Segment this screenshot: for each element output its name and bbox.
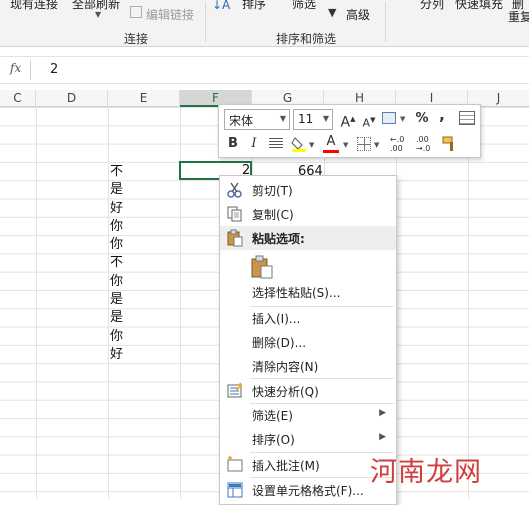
menu-item-filter[interactable]: 筛选(E) ▶	[220, 403, 396, 427]
shrink-font-button[interactable]: A▼	[360, 111, 378, 133]
cell-e-char: 是	[110, 310, 124, 326]
formula-bar: fx 2	[0, 56, 529, 84]
cell-e-char: 好	[110, 200, 124, 216]
format-painter-table-icon[interactable]	[459, 111, 475, 125]
ribbon-divider	[385, 2, 386, 42]
ribbon: 现有连接 全部刷新 ▼ 编辑链接 连接 ↓A 排序 筛选 ▼ 高级 排序和筛选 …	[0, 0, 529, 47]
menu-item-label: 选择性粘贴(S)...	[252, 286, 341, 300]
chevron-down-icon[interactable]: ▼	[309, 141, 314, 149]
menu-item-label: 快速分析(Q)	[252, 385, 319, 399]
align-center-icon[interactable]	[269, 138, 283, 150]
chevron-right-icon: ▶	[379, 432, 386, 442]
scissors-icon	[226, 181, 244, 199]
menu-item-label: 筛选(E)	[252, 409, 293, 423]
group-label-sort-filter: 排序和筛选	[276, 32, 337, 46]
paste-icon	[226, 229, 244, 247]
clipboard-paste-icon[interactable]	[250, 255, 274, 279]
font-color-button[interactable]: A	[323, 133, 339, 151]
chevron-down-icon[interactable]: ▼	[323, 114, 329, 123]
existing-connections-button[interactable]: 现有连接	[10, 0, 58, 12]
chevron-down-icon[interactable]: ▼	[95, 10, 101, 19]
font-size-value: 11	[298, 112, 314, 126]
ribbon-divider	[205, 2, 206, 42]
cell-e-char: 你	[110, 273, 124, 289]
menu-item-label: 复制(C)	[252, 208, 294, 222]
font-name-select[interactable]: 宋体 ▼	[224, 109, 290, 130]
cell-e-char: 好	[110, 346, 124, 362]
menu-item-quick-analysis[interactable]: 快速分析(Q)	[220, 379, 396, 403]
advanced-button[interactable]: 高级	[346, 6, 370, 23]
menu-item-insert[interactable]: 插入(I)...	[220, 306, 396, 330]
menu-item-label: 剪切(T)	[252, 184, 293, 198]
paste-option-button[interactable]	[220, 252, 396, 279]
decrease-decimal-button[interactable]: .00 →.0	[416, 135, 430, 153]
font-color-bar	[323, 150, 339, 153]
filter-button[interactable]: 筛选	[292, 0, 316, 12]
cell-e-char: 不	[110, 255, 124, 271]
cell-e-char: 不	[110, 164, 124, 179]
menu-item-label: 删除(D)...	[252, 336, 307, 350]
format-painter-icon[interactable]	[441, 135, 459, 153]
chevron-right-icon: ▶	[379, 408, 386, 418]
column-e-text: 不 是 好 你 你 不 你 是 是 你 好	[110, 163, 128, 364]
menu-item-label: 插入批注(M)	[252, 459, 320, 473]
sort-button[interactable]: 排序	[242, 0, 266, 12]
font-color-label: A	[326, 134, 336, 149]
cell-e-char: 你	[110, 218, 124, 234]
watermark: 河南龙网	[370, 457, 482, 488]
grow-font-label: A	[340, 114, 351, 131]
font-name-value: 宋体	[229, 114, 254, 128]
column-header-c[interactable]: C	[0, 90, 36, 107]
menu-section-label: 粘贴选项:	[252, 232, 305, 246]
percent-button[interactable]: %	[415, 110, 429, 128]
mini-toolbar: 宋体 ▼ 11 ▼ A▲ A▼ ▼ % , B I ▼ A ▼ ▼ ←.0 .0…	[218, 104, 481, 158]
menu-item-clear-contents[interactable]: 清除内容(N)	[220, 354, 396, 378]
accounting-format-icon[interactable]	[382, 112, 396, 124]
cell-e-char: 你	[110, 328, 124, 344]
quick-analysis-icon	[226, 382, 244, 400]
group-label-connections: 连接	[124, 32, 149, 46]
italic-button[interactable]: I	[247, 135, 261, 153]
menu-section-paste-options: 粘贴选项:	[220, 226, 396, 250]
cell-e-char: 是	[110, 182, 124, 198]
menu-item-copy[interactable]: 复制(C)	[220, 202, 396, 226]
borders-icon[interactable]	[357, 137, 371, 151]
advanced-filter-icon: ▼	[328, 6, 337, 19]
column-header-e[interactable]: E	[108, 90, 180, 107]
menu-item-label: 插入(I)...	[252, 312, 301, 326]
font-size-select[interactable]: 11 ▼	[293, 109, 333, 130]
comma-button[interactable]: ,	[435, 106, 449, 124]
menu-item-delete[interactable]: 删除(D)...	[220, 330, 396, 354]
menu-item-cut[interactable]: 剪切(T)	[220, 178, 396, 202]
chevron-down-icon[interactable]: ▼	[374, 141, 379, 149]
edit-links-icon	[130, 6, 142, 18]
edit-links-button[interactable]: 编辑链接	[146, 6, 194, 23]
cell-e-char: 你	[110, 237, 124, 253]
comment-icon	[226, 456, 244, 474]
bold-button[interactable]: B	[225, 135, 241, 153]
flash-fill-button[interactable]: 快速填充	[455, 0, 503, 12]
menu-item-label: 设置单元格格式(F)...	[252, 484, 364, 498]
copy-icon	[226, 205, 244, 223]
fx-icon[interactable]: fx	[10, 61, 21, 75]
cell-e-char: 是	[110, 292, 124, 308]
text-to-columns-button[interactable]: 分列	[420, 0, 444, 12]
format-cells-icon	[226, 481, 244, 499]
shrink-font-label: A	[362, 116, 371, 130]
chevron-down-icon[interactable]: ▼	[400, 115, 405, 123]
column-header-d[interactable]: D	[36, 90, 108, 107]
menu-item-paste-special[interactable]: 选择性粘贴(S)...	[220, 280, 396, 304]
menu-item-sort[interactable]: 排序(O) ▶	[220, 427, 396, 451]
chevron-down-icon[interactable]: ▼	[280, 114, 286, 123]
sort-icon[interactable]: ↓A	[212, 0, 230, 12]
increase-decimal-button[interactable]: ←.0 .00	[390, 135, 404, 153]
menu-item-label: 清除内容(N)	[252, 360, 319, 374]
chevron-down-icon[interactable]: ▼	[343, 141, 348, 149]
formula-bar-divider	[30, 60, 31, 80]
menu-item-label: 排序(O)	[252, 433, 295, 447]
grow-font-button[interactable]: A▲	[339, 110, 357, 132]
formula-input[interactable]: 2	[50, 62, 58, 77]
fill-color-icon[interactable]	[291, 136, 307, 152]
remove-duplicates-label: 重复	[508, 10, 529, 24]
